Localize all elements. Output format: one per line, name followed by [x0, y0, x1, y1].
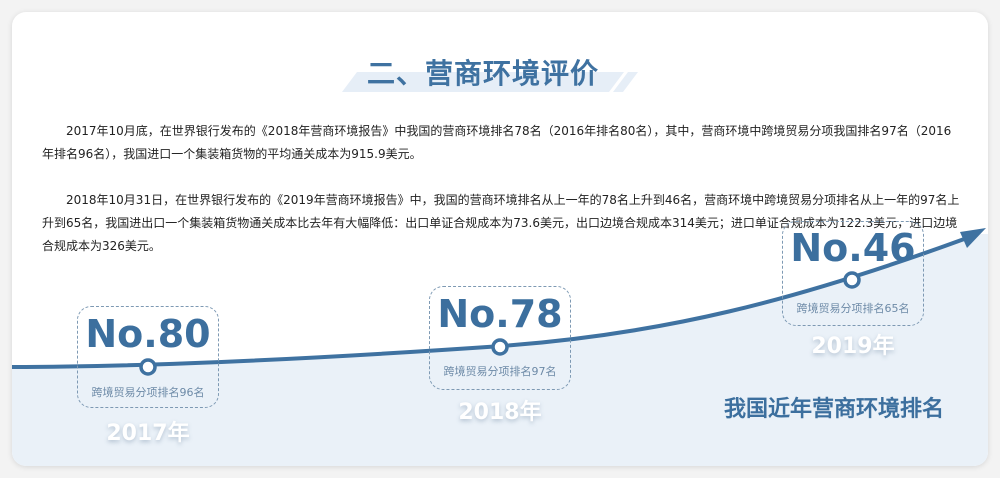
year-2018: 2018年	[458, 400, 542, 425]
sub-rank-2019: 跨境贸易分项排名65名	[796, 302, 910, 315]
rank-2019: No.46	[790, 226, 916, 270]
year-2019: 2019年	[811, 334, 895, 359]
year-2017: 2017年	[106, 421, 190, 446]
rank-2017: No.80	[85, 312, 211, 356]
sub-rank-2017: 跨境贸易分项排名96名	[91, 386, 205, 399]
sub-rank-2018: 跨境贸易分项排名97名	[443, 365, 557, 378]
section-title: 二、营商环境评价	[367, 57, 600, 90]
paragraph-text: 2017年10月底，在世界银行发布的《2018年营商环境报告》中我国的营商环境排…	[42, 124, 952, 161]
rank-2018: No.78	[437, 292, 563, 336]
content-card: 二、营商环境评价 2017年10月底，在世界银行发布的《2018年营商环境报告》…	[12, 12, 988, 466]
paragraph-2017: 2017年10月底，在世界银行发布的《2018年营商环境报告》中我国的营商环境排…	[42, 120, 962, 166]
chart-caption: 我国近年营商环境排名	[724, 397, 945, 422]
